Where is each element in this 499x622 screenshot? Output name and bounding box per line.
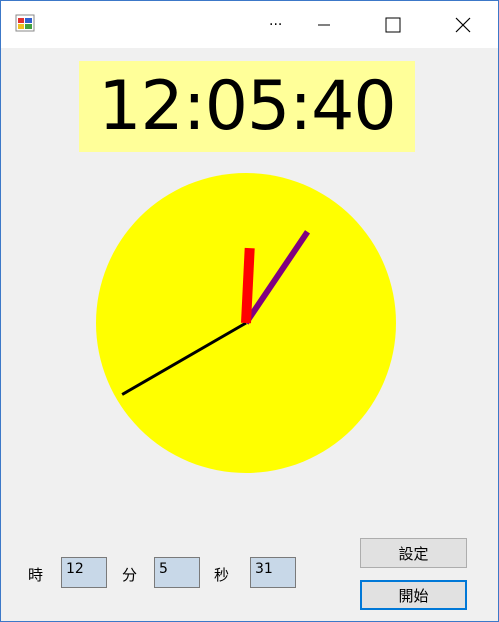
analog-clock (96, 173, 396, 473)
app-window: ... 12:05:40 時 12 分 5 秒 31 設定 開始 (0, 0, 499, 622)
minute-input[interactable]: 5 (154, 557, 200, 588)
second-input[interactable]: 31 (250, 557, 296, 588)
start-button[interactable]: 開始 (360, 580, 467, 610)
hour-label: 時 (28, 566, 44, 584)
set-button[interactable]: 設定 (360, 538, 467, 568)
second-label: 秒 (214, 566, 230, 584)
minute-label: 分 (122, 566, 138, 584)
hour-input[interactable]: 12 (61, 557, 107, 588)
hour-hand (241, 247, 255, 324)
